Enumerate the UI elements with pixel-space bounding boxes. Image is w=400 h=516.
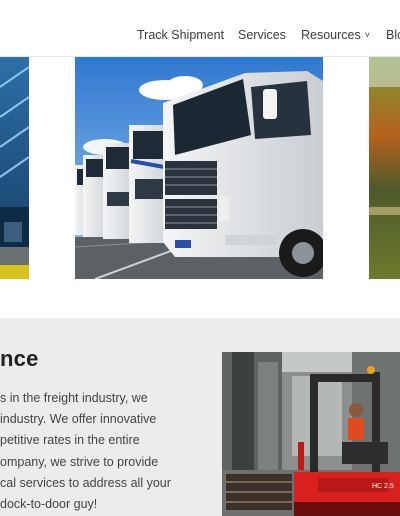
paragraph-line: ompany, we strive to provide (0, 454, 159, 469)
paragraph-line: industry. We offer innovative (0, 412, 157, 427)
nav-resources[interactable]: Resources ˅ (301, 28, 370, 42)
paragraph-line: cal services to address all your (0, 475, 171, 490)
nav-services[interactable]: Services (238, 28, 286, 42)
motion-road-photo (369, 57, 400, 279)
paragraph-line: s in the freight industry, we (0, 391, 148, 405)
forklift-badge: HC 2.5 (372, 483, 394, 490)
top-navigation-bar: Track Shipment Services Resources˅ Blo (0, 0, 400, 57)
nav-blog[interactable]: Blo (386, 28, 400, 42)
warehouse-photo (0, 57, 29, 279)
paragraph-line: dock-to-door guy! (0, 497, 98, 512)
paragraph-line: petitive rates in the entire (0, 433, 140, 448)
chevron-down-icon: ˅ (364, 30, 371, 40)
forklift-photo: HC 2.5 (222, 352, 400, 516)
nav-resources-label: Resources (301, 28, 361, 42)
nav-track-shipment[interactable]: Track Shipment (137, 28, 224, 42)
truck-fleet-photo (75, 57, 323, 279)
section-paragraph: s in the freight industry, we industry. … (0, 388, 210, 515)
section-heading: nce (0, 346, 39, 371)
